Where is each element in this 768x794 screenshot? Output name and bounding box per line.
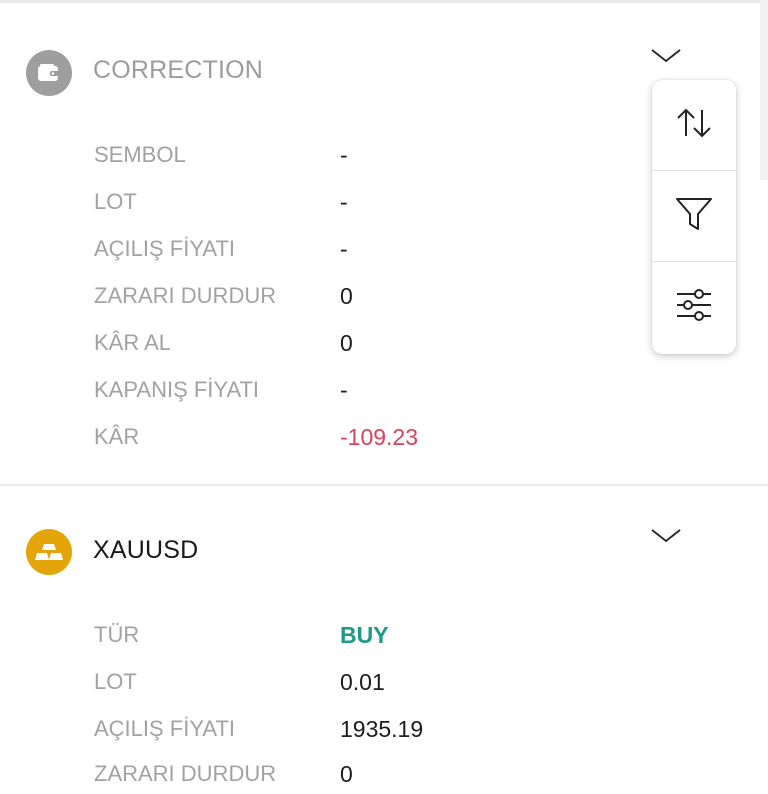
chevron-down-icon[interactable] bbox=[650, 45, 682, 65]
card-title: XAUUSD bbox=[93, 536, 199, 564]
scrollbar[interactable] bbox=[760, 0, 768, 180]
row-value: 0 bbox=[340, 761, 353, 787]
order-type-value: BUY bbox=[340, 622, 389, 648]
row-label: AÇILIŞ FİYATI bbox=[94, 236, 235, 261]
row-kapanis-fiyati: KAPANIŞ FİYATI - bbox=[0, 370, 700, 410]
row-label: LOT bbox=[94, 189, 137, 214]
filter-button[interactable] bbox=[652, 171, 736, 261]
row-label: TÜR bbox=[94, 622, 140, 647]
row-lot: LOT - bbox=[0, 182, 700, 222]
row-label: KÂR bbox=[94, 424, 140, 449]
row-label: ZARARI DURDUR bbox=[94, 283, 277, 308]
row-label: AÇILIŞ FİYATI bbox=[94, 716, 235, 741]
row-kar-al: KÂR AL 0 bbox=[0, 323, 700, 363]
row-acilis-fiyati: AÇILIŞ FİYATI 1935.19 bbox=[0, 709, 700, 749]
row-value: 0 bbox=[340, 283, 353, 309]
row-acilis-fiyati: AÇILIŞ FİYATI - bbox=[0, 229, 700, 269]
row-sembol: SEMBOL - bbox=[0, 135, 700, 175]
order-card-correction[interactable]: CORRECTION SEMBOL - LOT - AÇILIŞ FİYATI … bbox=[0, 3, 760, 483]
row-value: 0.01 bbox=[340, 669, 385, 695]
row-value: - bbox=[340, 377, 348, 403]
sort-arrows-icon bbox=[674, 105, 714, 146]
card-title: CORRECTION bbox=[93, 56, 264, 84]
row-value: - bbox=[340, 236, 348, 262]
row-label: ZARARI DURDUR bbox=[94, 761, 277, 786]
chevron-down-icon[interactable] bbox=[650, 525, 682, 545]
gold-bars-icon bbox=[26, 529, 72, 575]
row-label: LOT bbox=[94, 669, 137, 694]
row-value: 0 bbox=[340, 330, 353, 356]
row-value: - bbox=[340, 142, 348, 168]
row-label: SEMBOL bbox=[94, 142, 186, 167]
floating-action-menu bbox=[652, 80, 736, 354]
row-zarari-durdur: ZARARI DURDUR 0 bbox=[0, 276, 700, 316]
row-value: - bbox=[340, 189, 348, 215]
settings-button[interactable] bbox=[652, 262, 736, 352]
filter-funnel-icon bbox=[674, 194, 714, 239]
row-zarari-durdur: ZARARI DURDUR 0 bbox=[0, 754, 700, 794]
row-kar: KÂR -109.23 bbox=[0, 417, 700, 457]
sort-button[interactable] bbox=[652, 80, 736, 170]
row-value: 1935.19 bbox=[340, 716, 424, 742]
profit-value: -109.23 bbox=[340, 424, 419, 450]
row-label: KÂR AL bbox=[94, 330, 172, 355]
row-lot: LOT 0.01 bbox=[0, 662, 700, 702]
row-label: KAPANIŞ FİYATI bbox=[94, 377, 260, 402]
sliders-icon bbox=[674, 286, 714, 329]
wallet-icon bbox=[26, 50, 72, 96]
order-card-xauusd[interactable]: XAUUSD TÜR BUY LOT 0.01 AÇILIŞ FİYATI 19… bbox=[0, 486, 760, 787]
row-tur: TÜR BUY bbox=[0, 615, 700, 655]
